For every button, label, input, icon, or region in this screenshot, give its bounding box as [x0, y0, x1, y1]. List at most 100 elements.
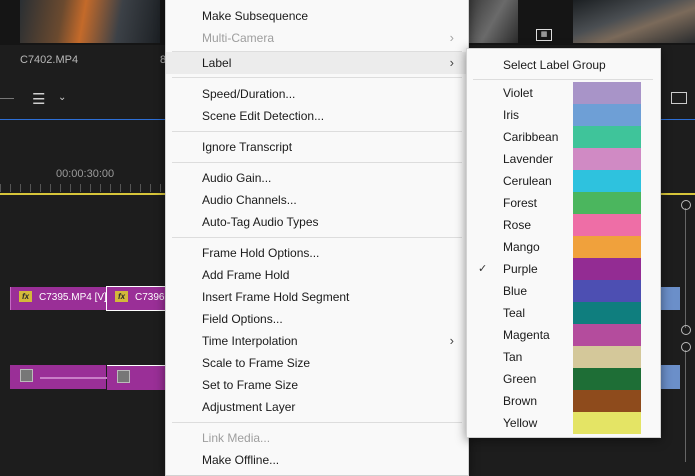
audio-track: [0, 365, 165, 390]
menu-item-insert-frame-hold-segment[interactable]: Insert Frame Hold Segment: [166, 286, 468, 308]
clip-thumbnail[interactable]: [573, 0, 695, 43]
menu-item-adjustment-layer[interactable]: Adjustment Layer: [166, 396, 468, 418]
label-item-brown[interactable]: Brown: [467, 390, 660, 412]
menu-item-select-label-group[interactable]: Select Label Group: [503, 54, 606, 76]
label-item-name: Blue: [503, 284, 528, 298]
label-item-name: Yellow: [503, 416, 538, 430]
menu-item-scale-to-frame-size[interactable]: Scale to Frame Size: [166, 352, 468, 374]
label-color-swatch: [573, 104, 641, 126]
timeline-ruler-timecode: 00:00:30:00: [56, 168, 115, 180]
label-item-name: Violet: [503, 86, 533, 100]
vr-icon: ▦: [536, 29, 552, 41]
label-item-tan[interactable]: Tan: [467, 346, 660, 368]
audio-clip[interactable]: [10, 365, 110, 389]
audio-waveform: [40, 377, 110, 379]
label-item-cerulean[interactable]: Cerulean: [467, 170, 660, 192]
menu-item-speed-duration[interactable]: Speed/Duration...: [166, 83, 468, 105]
label-item-caribbean[interactable]: Caribbean: [467, 126, 660, 148]
checkmark-icon: ✓: [478, 263, 488, 275]
zoom-slider[interactable]: [0, 98, 14, 99]
label-item-violet[interactable]: Violet: [467, 82, 660, 104]
menu-item-frame-hold-options[interactable]: Frame Hold Options...: [166, 242, 468, 264]
menu-item-audio-channels[interactable]: Audio Channels...: [166, 189, 468, 211]
menu-item-make-subsequence[interactable]: Make Subsequence: [166, 5, 468, 27]
menu-separator: [172, 237, 462, 238]
label-item-rose[interactable]: Rose: [467, 214, 660, 236]
label-color-swatch: [573, 346, 641, 368]
menu-item-auto-tag-audio-types[interactable]: Auto-Tag Audio Types: [166, 211, 468, 233]
audio-clip-icon: [117, 370, 130, 383]
label-item-name: Lavender: [503, 152, 554, 166]
audio-clip-icon: [20, 369, 33, 382]
menu-item-audio-gain[interactable]: Audio Gain...: [166, 167, 468, 189]
label-item-name: Purple: [503, 262, 538, 276]
menu-separator: [172, 422, 462, 423]
audio-clip[interactable]: [107, 365, 165, 390]
label-item-name: Magenta: [503, 328, 550, 342]
label-color-swatch: [573, 126, 641, 148]
label-item-name: Tan: [503, 350, 523, 364]
scroll-handle[interactable]: [681, 325, 691, 335]
clip-context-menu: Make Subsequence Multi-Camera › Label › …: [165, 0, 469, 476]
menu-item-ignore-transcript[interactable]: Ignore Transcript: [166, 136, 468, 158]
folder-icon[interactable]: [671, 92, 687, 104]
label-item-green[interactable]: Green: [467, 368, 660, 390]
timeline-ruler[interactable]: [0, 184, 165, 192]
clip-thumbnail[interactable]: [468, 0, 518, 43]
label-color-swatch: [573, 170, 641, 192]
menu-item-label[interactable]: Label ›: [166, 52, 468, 74]
label-submenu: Select Label Group Violet Iris Caribbean La…: [466, 48, 661, 438]
label-item-forest[interactable]: Forest: [467, 192, 660, 214]
scroll-handle[interactable]: [681, 342, 691, 352]
menu-item-field-options[interactable]: Field Options...: [166, 308, 468, 330]
label-item-lavender[interactable]: Lavender: [467, 148, 660, 170]
menu-item-set-to-frame-size[interactable]: Set to Frame Size: [166, 374, 468, 396]
menu-item-time-interpolation[interactable]: Time Interpolation ›: [166, 330, 468, 352]
label-item-name: Iris: [503, 108, 519, 122]
label-color-swatch: [573, 368, 641, 390]
video-clip[interactable]: fx C7395.MP4 [V]: [10, 287, 107, 310]
chevron-right-icon: ›: [449, 333, 454, 348]
video-track: fx C7395.MP4 [V] fx C7396: [0, 286, 166, 311]
label-item-name: Mango: [503, 240, 540, 254]
menu-item-make-offline[interactable]: Make Offline...: [166, 449, 468, 471]
menu-separator: [172, 77, 462, 78]
label-color-swatch: [573, 236, 641, 258]
label-color-swatch: [573, 192, 641, 214]
label-color-swatch: [573, 302, 641, 324]
fx-badge-icon: fx: [115, 291, 128, 302]
label-color-swatch: [573, 214, 641, 236]
label-color-swatch: [573, 258, 641, 280]
menu-item-add-frame-hold[interactable]: Add Frame Hold: [166, 264, 468, 286]
label-item-magenta[interactable]: Magenta: [467, 324, 660, 346]
video-clip[interactable]: [660, 287, 680, 310]
track-scrollbar[interactable]: [685, 350, 686, 462]
label-color-swatch: [573, 82, 641, 104]
menu-separator: [172, 131, 462, 132]
clip-thumbnail[interactable]: [20, 0, 160, 43]
menu-item-link-media: Link Media...: [202, 431, 271, 445]
label-color-swatch: [573, 412, 641, 434]
clip-label: C7396: [135, 292, 165, 303]
label-item-iris[interactable]: Iris: [467, 104, 660, 126]
chevron-right-icon: ›: [449, 55, 454, 70]
menu-separator: [473, 79, 653, 80]
menu-item-scene-edit-detection[interactable]: Scene Edit Detection...: [166, 105, 468, 127]
label-item-name: Cerulean: [503, 174, 552, 188]
track-scrollbar[interactable]: [685, 208, 686, 328]
video-clip[interactable]: fx C7396: [106, 286, 166, 311]
chevron-right-icon: ›: [449, 30, 454, 45]
label-item-name: Forest: [503, 196, 538, 210]
menu-separator: [172, 162, 462, 163]
list-view-icon[interactable]: ☰: [32, 92, 45, 107]
label-item-yellow[interactable]: Yellow: [467, 412, 660, 434]
scroll-handle[interactable]: [681, 200, 691, 210]
label-item-mango[interactable]: Mango: [467, 236, 660, 258]
audio-clip[interactable]: [660, 365, 680, 389]
label-item-teal[interactable]: Teal: [467, 302, 660, 324]
label-item-name: Teal: [503, 306, 526, 320]
label-item-blue[interactable]: Blue: [467, 280, 660, 302]
label-color-swatch: [573, 390, 641, 412]
label-item-purple[interactable]: ✓ Purple: [467, 258, 660, 280]
chevron-down-icon[interactable]: ⌄: [58, 92, 66, 103]
